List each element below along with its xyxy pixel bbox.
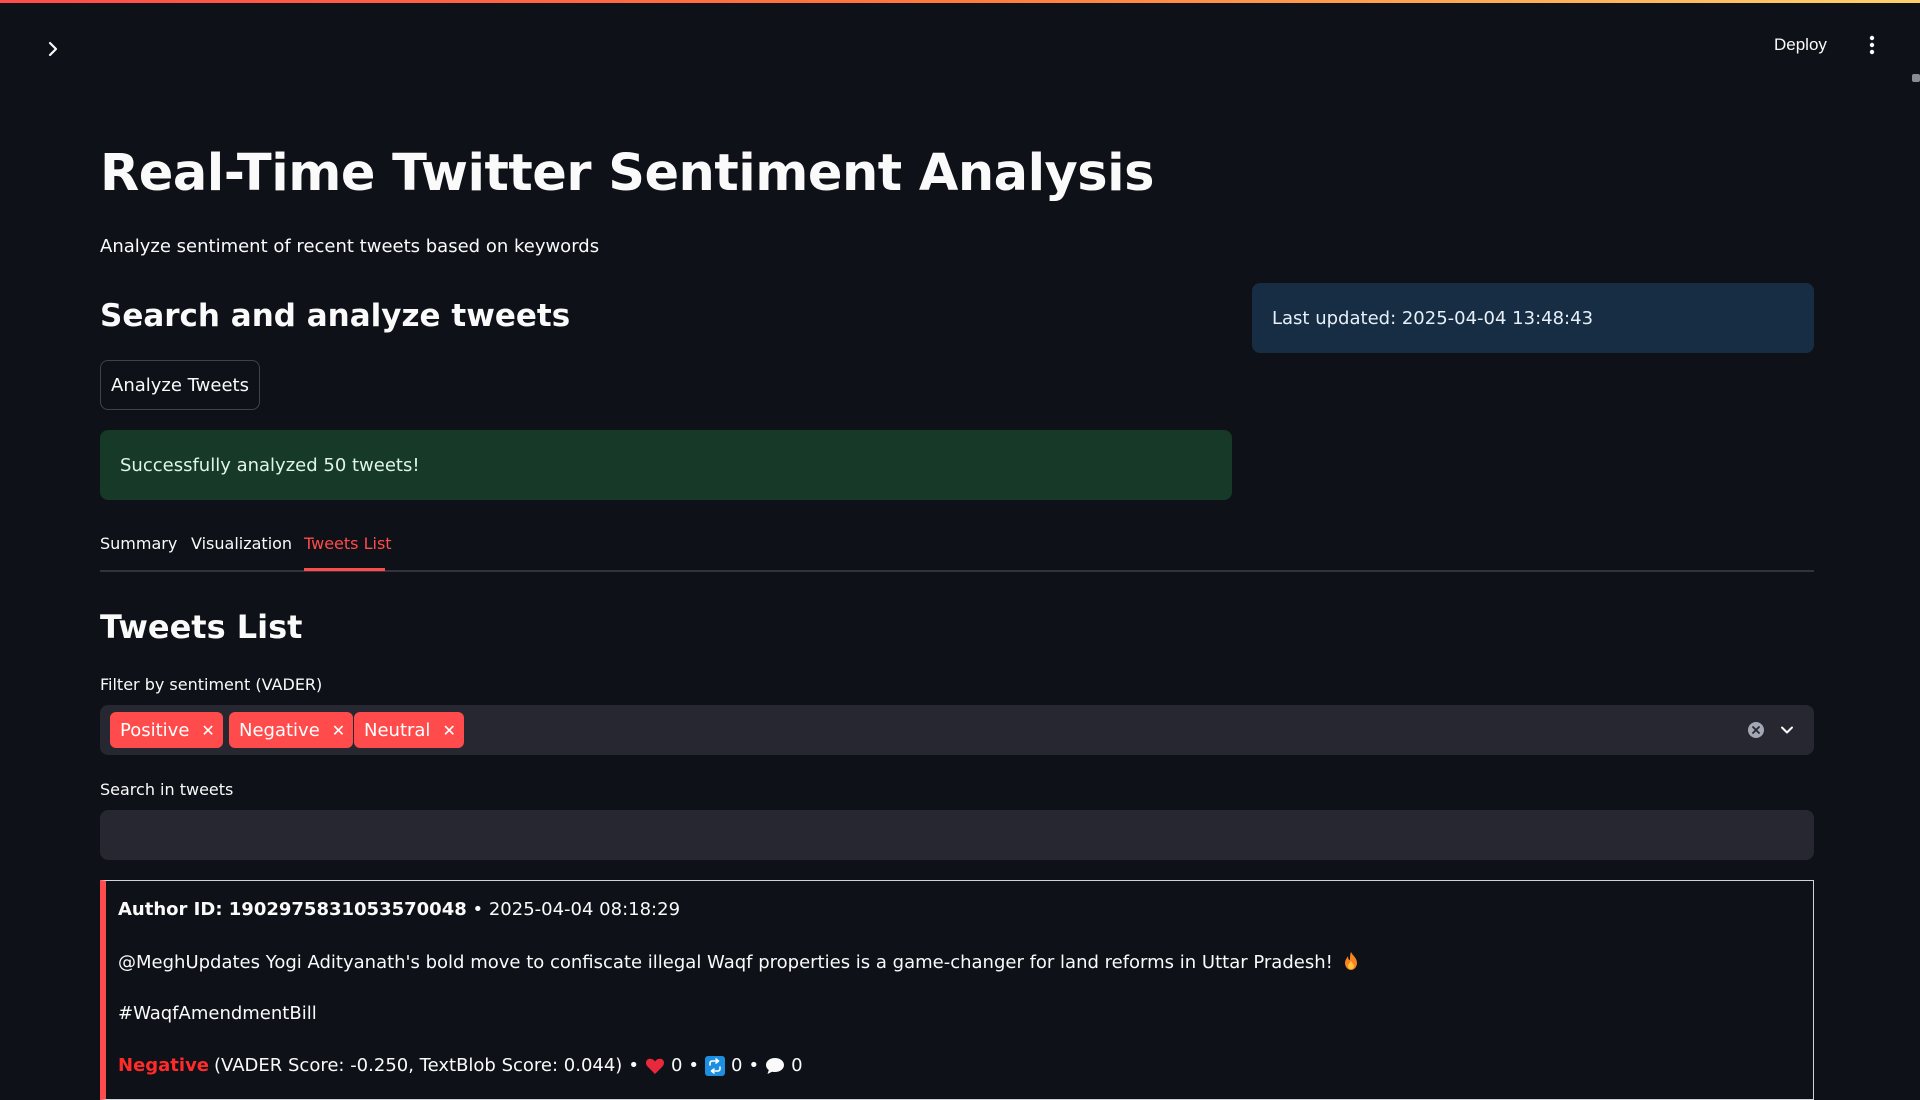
success-message: Successfully analyzed 50 tweets! [120,454,420,476]
header-decoration [0,0,1920,3]
replies-count: 0 [791,1055,803,1076]
search-tweets-input[interactable] [100,810,1814,860]
retweet-icon [705,1055,726,1076]
tweet-footer: Negative (VADER Score: -0.250, TextBlob … [118,1055,803,1076]
sentiment-filter-multiselect[interactable]: Positive ✕ Negative ✕ Neutral ✕ [100,705,1814,755]
chevron-down-icon[interactable] [1778,721,1796,739]
tweet-author: Author ID: 1902975831053570048 [118,899,467,920]
search-section-heading: Search and analyze tweets [100,298,571,334]
tweet-hashtag: #WaqfAmendmentBill [118,1003,317,1024]
search-label: Search in tweets [100,780,234,799]
remove-chip-icon[interactable]: ✕ [442,721,455,740]
remove-chip-icon[interactable]: ✕ [332,721,345,740]
tweet-text: @MeghUpdates Yogi Adityanath's bold move… [118,951,1359,976]
sentiment-label: Negative [118,1055,210,1076]
sidebar-expand-icon[interactable] [40,36,66,62]
scrollbar-thumb[interactable] [1912,74,1920,82]
meta-separator: • [628,1055,639,1076]
filter-chip-neutral[interactable]: Neutral ✕ [354,712,464,748]
tab-visualization[interactable]: Visualization [191,534,292,553]
filter-chip-positive[interactable]: Positive ✕ [110,712,223,748]
chip-label: Neutral [364,719,431,741]
tab-summary[interactable]: Summary [100,534,177,553]
more-options-icon[interactable] [1862,32,1882,58]
tweet-timestamp: 2025-04-04 08:18:29 [488,899,681,920]
sentiment-scores: (VADER Score: -0.250, TextBlob Score: 0.… [214,1055,623,1076]
page-title: Real-Time Twitter Sentiment Analysis [100,144,1155,203]
tweets-list-heading: Tweets List [100,608,303,646]
remove-chip-icon[interactable]: ✕ [201,721,214,740]
tweet-card: Author ID: 1902975831053570048 • 2025-04… [100,880,1814,1100]
tab-tweets-list[interactable]: Tweets List [304,534,392,553]
chip-label: Positive [120,719,190,741]
active-tab-indicator [304,568,385,571]
retweets-count: 0 [731,1055,743,1076]
meta-separator: • [748,1055,760,1076]
speech-bubble-icon [765,1057,785,1075]
analyze-tweets-button[interactable]: Analyze Tweets [100,360,260,410]
last-updated-info: Last updated: 2025-04-04 13:48:43 [1252,283,1814,353]
filter-chip-negative[interactable]: Negative ✕ [229,712,354,748]
deploy-button[interactable]: Deploy [1774,30,1827,60]
likes-count: 0 [670,1055,683,1076]
last-updated-text: Last updated: 2025-04-04 13:48:43 [1272,307,1594,329]
fire-icon [1343,951,1359,976]
clear-all-icon[interactable] [1747,721,1765,739]
meta-separator: • [688,1055,700,1076]
heart-icon [645,1057,665,1075]
success-alert: Successfully analyzed 50 tweets! [100,430,1232,500]
tweet-body: @MeghUpdates Yogi Adityanath's bold move… [118,952,1333,973]
chip-label: Negative [239,719,320,741]
tab-bar: Summary Visualization Tweets List [100,530,1814,572]
tweet-meta: Author ID: 1902975831053570048 • 2025-04… [118,899,680,920]
filter-label: Filter by sentiment (VADER) [100,675,323,694]
page-subtitle: Analyze sentiment of recent tweets based… [100,236,600,257]
meta-separator: • [472,899,484,920]
